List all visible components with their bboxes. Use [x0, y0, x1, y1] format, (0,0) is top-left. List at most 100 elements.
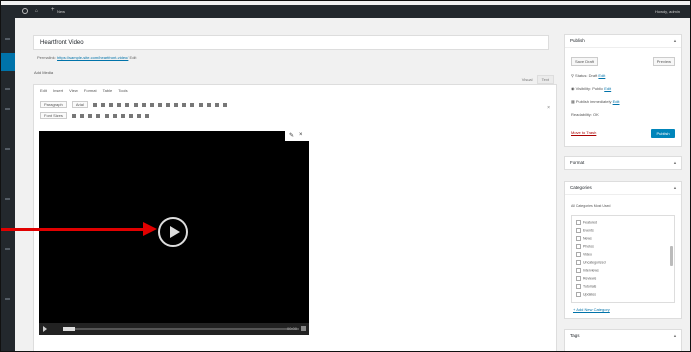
table-icon[interactable]: [206, 102, 211, 107]
tags-toggle-icon[interactable]: ▲: [673, 333, 677, 338]
font-size-select[interactable]: Font Sizes: [40, 112, 67, 119]
tab-text[interactable]: Text: [536, 75, 554, 84]
wordpress-logo-icon[interactable]: [22, 8, 28, 14]
redo-icon[interactable]: [222, 102, 227, 107]
schedule-edit-link[interactable]: Edit: [613, 99, 620, 104]
tab-visual[interactable]: Visual: [522, 77, 533, 82]
add-media-button[interactable]: Add Media: [34, 70, 53, 75]
menu-table[interactable]: Table: [103, 88, 113, 93]
italic-icon[interactable]: [101, 102, 106, 107]
menu-item-comments[interactable]: [5, 148, 10, 150]
unlink-icon[interactable]: [182, 102, 187, 107]
checkbox[interactable]: [576, 252, 581, 257]
preview-button[interactable]: Preview: [652, 57, 675, 66]
visibility-edit-link[interactable]: Edit: [604, 86, 611, 91]
clear-formatting-icon[interactable]: [96, 113, 101, 118]
menu-item-settings[interactable]: [5, 298, 10, 300]
underline-icon[interactable]: [109, 102, 114, 107]
categories-toggle-icon[interactable]: ▲: [673, 185, 677, 190]
home-icon[interactable]: ⌂: [35, 8, 38, 14]
list-item[interactable]: News: [576, 236, 592, 241]
menu-item-dashboard[interactable]: [5, 38, 10, 40]
list-item[interactable]: Updates: [576, 292, 596, 297]
permalink-edit-button[interactable]: Edit: [130, 55, 137, 60]
menu-item-plugins[interactable]: [5, 248, 10, 250]
align-left-icon[interactable]: [149, 102, 154, 107]
help-icon[interactable]: [145, 113, 150, 118]
menu-edit[interactable]: Edit: [40, 88, 47, 93]
format-select[interactable]: Paragraph: [40, 101, 67, 108]
menu-view[interactable]: View: [69, 88, 78, 93]
permalink-url[interactable]: https://sample-site.com/heartfront-video…: [57, 55, 128, 60]
strikethrough-icon[interactable]: [117, 102, 122, 107]
new-plus-icon[interactable]: +: [51, 7, 55, 13]
list-item[interactable]: Reviews: [576, 276, 596, 281]
progress-track[interactable]: [63, 328, 299, 330]
checkbox[interactable]: [576, 276, 581, 281]
menu-item-pages[interactable]: [5, 108, 10, 110]
special-character-icon[interactable]: [104, 113, 109, 118]
align-right-icon[interactable]: [166, 102, 171, 107]
checkbox[interactable]: [576, 236, 581, 241]
remove-icon[interactable]: ×: [299, 132, 303, 138]
account-menu[interactable]: Howdy, admin: [655, 9, 680, 14]
video-controls: 00:00: [39, 323, 309, 335]
font-select[interactable]: Arial: [71, 101, 88, 108]
list-item[interactable]: Interviews: [576, 268, 599, 273]
indent-icon[interactable]: [120, 113, 125, 118]
align-center-icon[interactable]: [157, 102, 162, 107]
emoji-icon[interactable]: [137, 113, 142, 118]
text-color-icon[interactable]: [80, 113, 85, 118]
list-item[interactable]: Featured: [576, 220, 597, 225]
menu-item-media[interactable]: [5, 88, 10, 90]
outdent-icon[interactable]: [112, 113, 117, 118]
numbered-list-icon[interactable]: [133, 102, 138, 107]
menu-format[interactable]: Format: [84, 88, 97, 93]
new-content-link[interactable]: New: [57, 9, 65, 14]
list-item[interactable]: Video: [576, 252, 592, 257]
checkbox[interactable]: [576, 244, 581, 249]
readability-row: Readability: OK: [571, 112, 599, 117]
list-item[interactable]: Uncategorized: [576, 260, 606, 265]
volume-icon[interactable]: [301, 326, 306, 331]
undo-icon[interactable]: [214, 102, 219, 107]
checkbox[interactable]: [576, 284, 581, 289]
checkbox[interactable]: [576, 228, 581, 233]
menu-item-appearance[interactable]: [5, 198, 10, 200]
menu-insert[interactable]: Insert: [53, 88, 63, 93]
edit-pencil-icon[interactable]: ✎: [289, 132, 294, 139]
post-title-input[interactable]: Heartfront Video: [33, 35, 549, 50]
bullet-list-icon[interactable]: [125, 102, 130, 107]
categories-scrollbar[interactable]: [670, 246, 673, 266]
play-button-icon[interactable]: [158, 217, 188, 247]
media-icon[interactable]: [128, 113, 133, 118]
toolbar-toggle-icon[interactable]: [198, 102, 203, 107]
schedule-row: ▦ Publish immediately Edit: [571, 99, 620, 104]
list-item[interactable]: Events: [576, 228, 594, 233]
checkbox[interactable]: [576, 260, 581, 265]
status-edit-link[interactable]: Edit: [598, 73, 605, 78]
read-more-icon[interactable]: [190, 102, 195, 107]
bold-icon[interactable]: [92, 102, 97, 107]
move-to-trash-link[interactable]: Move to Trash: [571, 130, 596, 135]
save-draft-button[interactable]: Save Draft: [571, 57, 598, 66]
publish-toggle-icon[interactable]: ▲: [673, 38, 677, 43]
menu-tools[interactable]: Tools: [118, 88, 127, 93]
format-title: Format: [570, 160, 585, 165]
horizontal-line-icon[interactable]: [72, 113, 77, 118]
menu-item-posts[interactable]: [1, 53, 15, 71]
checkbox[interactable]: [576, 292, 581, 297]
paste-text-icon[interactable]: [88, 113, 93, 118]
list-item[interactable]: Tutorials: [576, 284, 596, 289]
checkbox[interactable]: [576, 268, 581, 273]
blockquote-icon[interactable]: [141, 102, 146, 107]
format-toggle-icon[interactable]: ▲: [673, 160, 677, 165]
add-new-category-link[interactable]: + Add New Category: [573, 307, 610, 312]
categories-tabs[interactable]: All Categories Most Used: [571, 204, 611, 208]
list-item[interactable]: Photos: [576, 244, 594, 249]
distraction-free-icon[interactable]: ×: [547, 105, 550, 111]
checkbox[interactable]: [576, 220, 581, 225]
link-icon[interactable]: [174, 102, 179, 107]
control-play-icon[interactable]: [43, 326, 47, 332]
publish-button[interactable]: Publish: [651, 129, 675, 138]
